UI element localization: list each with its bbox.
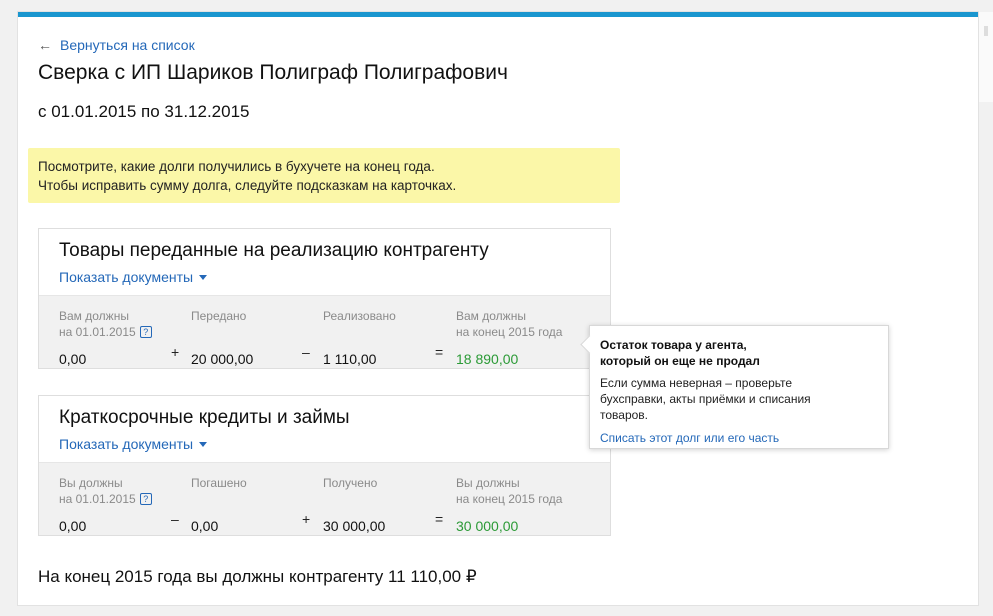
scrollbar[interactable] xyxy=(978,12,993,102)
tooltip-body: Если сумма неверная – проверьте бухсправ… xyxy=(600,376,811,422)
notice-line: Посмотрите, какие долги получились в бух… xyxy=(38,159,435,174)
operator-minus: – xyxy=(171,511,179,527)
transferred-value: 20 000,00 xyxy=(191,351,254,367)
received-label: Получено xyxy=(323,476,378,490)
calculation-row: Вам должны на 01.01.2015? 0,00 + Передан… xyxy=(39,295,610,368)
page-title: Сверка с ИП Шариков Полиграф Полиграфови… xyxy=(38,61,508,84)
show-documents-label: Показать документы xyxy=(59,436,194,452)
back-to-list-link[interactable]: ← Вернуться на список xyxy=(38,37,195,53)
closing-label-2: на конец 2015 года xyxy=(456,325,563,339)
closing-balance: Вы должны на конец 2015 года 30 000,00 xyxy=(456,475,562,534)
operator-minus: – xyxy=(302,344,310,360)
back-link-label: Вернуться на список xyxy=(60,37,195,53)
sold-label: Реализовано xyxy=(323,309,396,323)
closing-value[interactable]: 18 890,00 xyxy=(456,351,562,367)
caret-down-icon xyxy=(199,274,208,280)
closing-label-1: Вы должны xyxy=(456,476,520,490)
opening-balance: Вам должны на 01.01.2015? 0,00 xyxy=(59,308,152,367)
transferred-label: Передано xyxy=(191,309,247,323)
balance-tooltip: Остаток товара у агента, который он еще … xyxy=(580,325,889,449)
arrow-left-icon: ← xyxy=(38,37,52,53)
opening-label-1: Вы должны xyxy=(59,476,123,490)
card-title: Краткосрочные кредиты и займы xyxy=(59,407,350,428)
show-documents-button[interactable]: Показать документы xyxy=(59,269,208,285)
write-off-debt-link[interactable]: Списать этот долг или его часть xyxy=(600,431,878,445)
notice-line: Чтобы исправить сумму долга, следуйте по… xyxy=(38,178,457,193)
repaid: Погашено 0,00 xyxy=(191,475,247,534)
card-goods-on-commission: Товары переданные на реализацию контраге… xyxy=(38,228,611,369)
opening-label-2: на 01.01.2015 xyxy=(59,492,136,506)
repaid-label: Погашено xyxy=(191,476,247,490)
total-summary: На конец 2015 года вы должны контрагенту… xyxy=(38,567,477,586)
opening-label-2: на 01.01.2015 xyxy=(59,325,136,339)
show-documents-button[interactable]: Показать документы xyxy=(59,436,208,452)
opening-balance: Вы должны на 01.01.2015? 0,00 xyxy=(59,475,152,534)
card-title: Товары переданные на реализацию контраге… xyxy=(59,240,489,261)
show-documents-label: Показать документы xyxy=(59,269,194,285)
card-short-term-loans: Краткосрочные кредиты и займы Показать д… xyxy=(38,395,611,536)
operator-plus: + xyxy=(302,511,311,527)
operator-plus: + xyxy=(171,344,180,360)
sold: Реализовано 1 110,00 xyxy=(323,308,396,367)
opening-label-1: Вам должны xyxy=(59,309,129,323)
help-icon[interactable]: ? xyxy=(139,326,152,338)
repaid-value: 0,00 xyxy=(191,518,219,534)
closing-label-2: на конец 2015 года xyxy=(456,492,563,506)
notice-banner: Посмотрите, какие долги получились в бух… xyxy=(28,148,620,203)
calculation-row: Вы должны на 01.01.2015? 0,00 – Погашено… xyxy=(39,462,610,535)
caret-down-icon xyxy=(199,441,208,447)
operator-equals: = xyxy=(435,344,444,360)
closing-balance: Вам должны на конец 2015 года 18 890,00 xyxy=(456,308,562,367)
tooltip-title: Остаток товара у агента, который он еще … xyxy=(600,338,760,368)
sold-value: 1 110,00 xyxy=(323,351,377,367)
reconciliation-page: ← Вернуться на список Сверка с ИП Шарико… xyxy=(18,12,978,605)
operator-equals: = xyxy=(435,511,444,527)
closing-label-1: Вам должны xyxy=(456,309,526,323)
period-label: с 01.01.2015 по 31.12.2015 xyxy=(38,102,250,121)
received: Получено 30 000,00 xyxy=(323,475,385,534)
opening-value: 0,00 xyxy=(59,518,87,534)
received-value: 30 000,00 xyxy=(323,518,386,534)
transferred: Передано 20 000,00 xyxy=(191,308,253,367)
help-icon[interactable]: ? xyxy=(139,493,152,505)
opening-value: 0,00 xyxy=(59,351,87,367)
closing-value[interactable]: 30 000,00 xyxy=(456,518,562,534)
